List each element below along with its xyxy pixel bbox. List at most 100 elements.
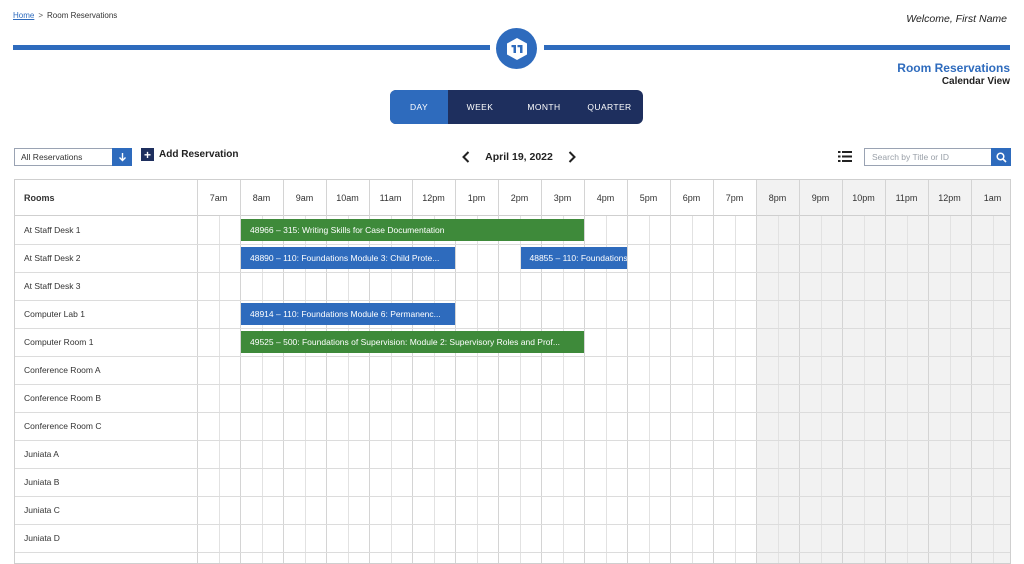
breadcrumb-home-link[interactable]: Home: [13, 11, 34, 20]
row-divider: [15, 468, 1010, 469]
hour-label: 1pm: [467, 193, 486, 203]
hour-divider: [584, 180, 585, 563]
arrow-down-icon: [118, 153, 126, 162]
search-button[interactable]: [991, 148, 1011, 166]
room-label: Juniata D: [24, 533, 60, 543]
hour-label: 10pm: [852, 193, 875, 203]
hour-label: 12pm: [938, 193, 961, 203]
hour-divider: [799, 180, 800, 563]
reservation-event[interactable]: 48890 – 110: Foundations Module 3: Child…: [241, 247, 455, 269]
half-hour-divider: [691, 216, 693, 563]
search-input[interactable]: [865, 149, 991, 165]
hour-label: 11am: [379, 193, 402, 203]
row-divider: [15, 356, 1010, 357]
header-rule-left: [13, 45, 490, 50]
reservation-event[interactable]: 49525 – 500: Foundations of Supervision:…: [241, 331, 584, 353]
calendar-grid: Rooms 7am 8am 9am 10am 11am 12pm 1pm 2pm 3pm 4pm 5…: [14, 179, 1011, 564]
room-label: At Staff Desk 1: [24, 225, 81, 235]
welcome-message: Welcome, First Name: [906, 13, 1007, 25]
room-label: Juniata B: [24, 477, 60, 487]
half-hour-divider: [218, 216, 220, 563]
room-label: Computer Room 1: [24, 337, 94, 347]
half-hour-divider: [906, 216, 908, 563]
breadcrumb-current: Room Reservations: [47, 11, 118, 20]
row-divider: [15, 524, 1010, 525]
half-hour-divider: [777, 216, 779, 563]
half-hour-divider: [648, 216, 650, 563]
room-label: Computer Lab 1: [24, 309, 85, 319]
row-divider: [15, 440, 1010, 441]
hour-label: 2pm: [510, 193, 529, 203]
hour-divider: [627, 180, 628, 563]
hour-label: 10am: [336, 193, 359, 203]
hour-label: 7pm: [725, 193, 744, 203]
hour-label: 8pm: [768, 193, 787, 203]
room-label: Conference Room C: [24, 421, 102, 431]
tab-day[interactable]: DAY: [390, 90, 448, 124]
search-box: [864, 148, 1011, 166]
reservation-event[interactable]: 48855 – 110: Foundations ...: [520, 247, 627, 269]
hour-label: 1am: [983, 193, 1002, 203]
breadcrumb-separator: >: [38, 11, 44, 20]
hour-label: 11pm: [895, 193, 918, 203]
tab-week[interactable]: WEEK: [448, 90, 512, 124]
page-subtitle: Calendar View: [941, 76, 1010, 87]
room-label: Conference Room B: [24, 393, 102, 403]
room-label: Juniata A: [24, 449, 59, 459]
add-reservation-label: Add Reservation: [159, 149, 239, 160]
hour-divider: [928, 180, 929, 563]
hour-divider: [971, 180, 972, 563]
row-divider: [15, 272, 1010, 273]
room-label: At Staff Desk 3: [24, 281, 81, 291]
reservation-event[interactable]: 48966 – 315: Writing Skills for Case Doc…: [241, 219, 584, 241]
prev-day-button[interactable]: [459, 149, 473, 165]
filter-dropdown-button[interactable]: [112, 148, 132, 166]
hour-divider: [756, 180, 757, 563]
half-hour-divider: [992, 216, 994, 563]
hour-divider: [713, 180, 714, 563]
current-date: April 19, 2022: [485, 151, 553, 163]
tab-quarter[interactable]: QUARTER: [576, 90, 643, 124]
hour-label: 5pm: [639, 193, 658, 203]
hour-divider: [670, 180, 671, 563]
view-tabs: DAY WEEK MONTH QUARTER: [390, 90, 643, 124]
hour-divider: [885, 180, 886, 563]
plus-icon: +: [141, 148, 154, 161]
rooms-column-divider: [197, 180, 198, 563]
hour-label: 9am: [295, 193, 314, 203]
hour-label: 3pm: [553, 193, 572, 203]
row-divider: [15, 328, 1010, 329]
half-hour-divider: [949, 216, 951, 563]
room-label: At Staff Desk 2: [24, 253, 81, 263]
logo-icon[interactable]: [496, 28, 537, 69]
row-divider: [15, 300, 1010, 301]
page-title: Room Reservations: [897, 61, 1010, 75]
row-divider: [15, 384, 1010, 385]
calendar-toolbar: All Reservations + Add Reservation April…: [14, 147, 1011, 167]
rooms-column-header: Rooms: [24, 193, 55, 203]
header-rule-right: [544, 45, 1010, 50]
hour-label: 6pm: [682, 193, 701, 203]
reservation-event[interactable]: 48914 – 110: Foundations Module 6: Perma…: [241, 303, 455, 325]
add-reservation-button[interactable]: + Add Reservation: [141, 148, 238, 161]
search-icon: [995, 151, 1007, 163]
hour-label: 4pm: [596, 193, 615, 203]
half-hour-divider: [476, 216, 478, 563]
tab-month[interactable]: MONTH: [512, 90, 576, 124]
half-hour-divider: [734, 216, 736, 563]
row-divider: [15, 244, 1010, 245]
half-hour-divider: [820, 216, 822, 563]
half-hour-divider: [863, 216, 865, 563]
row-divider: [15, 412, 1010, 413]
next-day-button[interactable]: [565, 149, 579, 165]
list-view-icon[interactable]: [838, 150, 852, 163]
date-navigator: April 19, 2022: [459, 147, 579, 167]
reservation-filter-select[interactable]: All Reservations: [14, 148, 132, 166]
calendar-header-row: Rooms 7am 8am 9am 10am 11am 12pm 1pm 2pm 3pm 4pm 5…: [15, 180, 1010, 216]
hour-label: 9pm: [811, 193, 830, 203]
hour-divider: [842, 180, 843, 563]
row-divider: [15, 496, 1010, 497]
chevron-right-icon: [568, 151, 576, 163]
breadcrumb: Home > Room Reservations: [13, 11, 117, 20]
hour-label: 7am: [209, 193, 228, 203]
